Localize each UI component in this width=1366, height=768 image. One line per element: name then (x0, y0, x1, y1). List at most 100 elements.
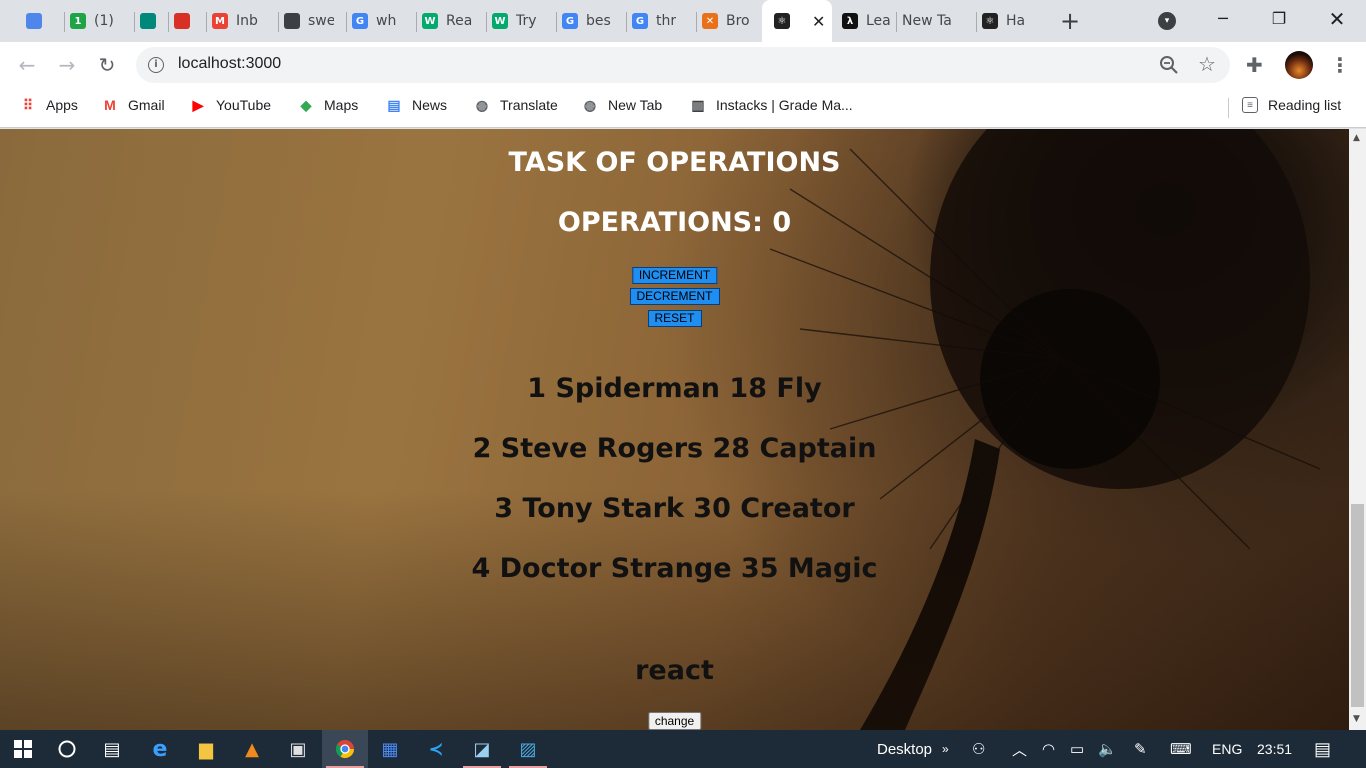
browser-tab[interactable] (26, 6, 56, 36)
pen-icon[interactable]: ✎ (1134, 730, 1147, 768)
reading-list-label: Reading list (1268, 97, 1342, 113)
tab-title: Try (516, 13, 537, 29)
photos-icon[interactable]: ▨ (505, 730, 551, 768)
toolbar-expand-icon[interactable]: » (942, 730, 949, 768)
scroll-up-arrow-icon[interactable]: ▲ (1353, 133, 1360, 143)
clock[interactable]: 23:51 (1257, 730, 1292, 768)
extensions-puzzle-icon[interactable]: ✚ (1246, 53, 1263, 77)
battery-icon[interactable]: ▭ (1070, 730, 1084, 768)
bookmark-item[interactable]: ◍ New Tab (582, 97, 662, 113)
react-icon: ⚛ (774, 13, 790, 29)
desktop-toolbar-label[interactable]: Desktop (877, 730, 932, 768)
scroll-down-arrow-icon[interactable]: ▼ (1353, 714, 1360, 724)
edge-browser-icon[interactable]: e (137, 730, 183, 768)
forward-icon[interactable]: → (54, 52, 80, 78)
document-app-icon[interactable]: ▦ (367, 730, 413, 768)
search-circle-icon[interactable] (44, 730, 90, 768)
browser-tab[interactable]: swe (284, 6, 334, 36)
news-icon: ▤ (386, 96, 402, 113)
browser-toolbar: ← → ↻ i localhost:3000 ☆ (0, 42, 1366, 88)
bookmark-label: Gmail (128, 97, 165, 113)
notifications-icon[interactable]: ▤ (1314, 730, 1331, 768)
windows-start-icon[interactable] (0, 730, 46, 768)
bookmarks-bar: ⠿ Apps M Gmail ▶ YouTube ◆ Maps ▤ News ◍ Translate ◍… (0, 88, 1366, 128)
volume-icon[interactable]: 🔈 (1098, 730, 1117, 768)
keyboard-icon[interactable]: ⌨ (1170, 730, 1192, 768)
url-text[interactable]: localhost:3000 (178, 55, 281, 73)
bookmark-label: Instacks | Grade Ma... (716, 97, 853, 113)
bookmark-item[interactable]: ▶ YouTube (190, 97, 271, 113)
zoom-out-icon[interactable] (1158, 54, 1180, 76)
browser-tab[interactable]: λ Lea (842, 6, 892, 36)
tab-title: swe (308, 13, 334, 29)
brackets-icon: ✕ (702, 13, 718, 29)
wifi-icon[interactable]: ◠ (1042, 730, 1055, 768)
reading-list-button[interactable]: ≡ Reading list (1242, 97, 1341, 113)
multicolor-cube-icon (26, 13, 42, 29)
tab-title: bes (586, 13, 611, 29)
browser-tab[interactable]: W Try (492, 6, 542, 36)
close-tab-icon[interactable]: ✕ (812, 12, 825, 31)
people-icon[interactable]: ⚇ (972, 730, 985, 768)
bookmark-item[interactable]: ◍ Translate (474, 97, 558, 113)
tray-overflow-icon[interactable]: ︿ (1012, 730, 1027, 768)
decrement-button[interactable]: DECREMENT (629, 288, 720, 305)
bookmark-item[interactable]: ⠿ Apps (20, 97, 78, 113)
browser-tab[interactable]: ⚛ ✕ (762, 0, 832, 42)
apps-grid-icon: ⠿ (20, 97, 36, 113)
codewars-icon: λ (842, 13, 858, 29)
browser-tab[interactable]: 1 (1) (70, 6, 125, 36)
new-tab-button[interactable]: + (1058, 7, 1082, 35)
site-info-icon[interactable]: i (148, 57, 164, 73)
profile-avatar[interactable] (1285, 51, 1313, 79)
browser-tab[interactable]: Gthr (632, 6, 682, 36)
reset-button[interactable]: RESET (647, 310, 702, 327)
browser-tab[interactable]: M Inb (212, 6, 262, 36)
reload-icon[interactable]: ↻ (94, 52, 120, 78)
browser-tab[interactable]: New Ta (902, 6, 962, 36)
browser-tab[interactable]: ⚛ Ha (982, 6, 1032, 36)
bookmark-item[interactable]: M Gmail (102, 97, 165, 113)
bookmark-item[interactable]: ▤ News (386, 97, 447, 113)
minimize-icon[interactable]: ─ (1200, 6, 1246, 32)
bookmark-item[interactable]: ◆ Maps (298, 97, 358, 113)
notepad-icon[interactable]: ◪ (459, 730, 505, 768)
maps-icon: ◆ (298, 97, 314, 113)
bookmark-label: News (412, 97, 448, 113)
tab-separator (206, 12, 207, 32)
task-view-icon[interactable]: ▤ (89, 730, 135, 768)
tab-separator (134, 12, 135, 32)
browser-menu-icon[interactable]: ⋮ (1330, 52, 1350, 78)
tab-search-icon[interactable]: ▾ (1158, 12, 1176, 30)
change-button[interactable]: change (647, 712, 702, 730)
chrome-taskbar-icon[interactable] (322, 730, 368, 768)
tab-separator (486, 12, 487, 32)
tab-title: wh (376, 13, 397, 29)
increment-button[interactable]: INCREMENT (631, 267, 718, 284)
operations-counter: OPERATIONS: 0 (557, 207, 792, 238)
language-indicator[interactable]: ENG (1212, 730, 1242, 768)
scroll-thumb[interactable] (1351, 504, 1364, 707)
browser-tab[interactable] (174, 6, 192, 36)
store-icon[interactable]: ▣ (275, 730, 321, 768)
file-explorer-icon[interactable]: ▆ (183, 730, 229, 768)
hero-row: 1 Spiderman 18 Fly (527, 373, 822, 404)
vscode-icon[interactable]: ≺ (413, 730, 459, 768)
browser-tab[interactable]: W Rea (422, 6, 472, 36)
page-scrollbar[interactable]: ▲ ▼ (1349, 129, 1366, 730)
address-bar[interactable]: i localhost:3000 ☆ (136, 47, 1230, 83)
restore-icon[interactable]: ❐ (1256, 6, 1302, 32)
browser-tab[interactable] (140, 6, 158, 36)
page-viewport: TASK OF OPERATIONS OPERATIONS: 0 INCREME… (0, 129, 1349, 730)
tab-separator (278, 12, 279, 32)
browser-tab[interactable]: Gbes (562, 6, 612, 36)
bookmark-star-icon[interactable]: ☆ (1198, 52, 1216, 76)
browser-tab[interactable]: ✕ Bro (702, 6, 752, 36)
back-icon[interactable]: ← (14, 52, 40, 78)
close-window-icon[interactable]: ✕ (1314, 6, 1360, 32)
browser-tab[interactable]: Gwh (352, 6, 402, 36)
react-icon: ⚛ (982, 13, 998, 29)
bookmark-item[interactable]: ▥ Instacks | Grade Ma... (690, 97, 853, 113)
google-meet-icon (140, 13, 156, 29)
vlc-icon[interactable]: ▲ (229, 730, 275, 768)
